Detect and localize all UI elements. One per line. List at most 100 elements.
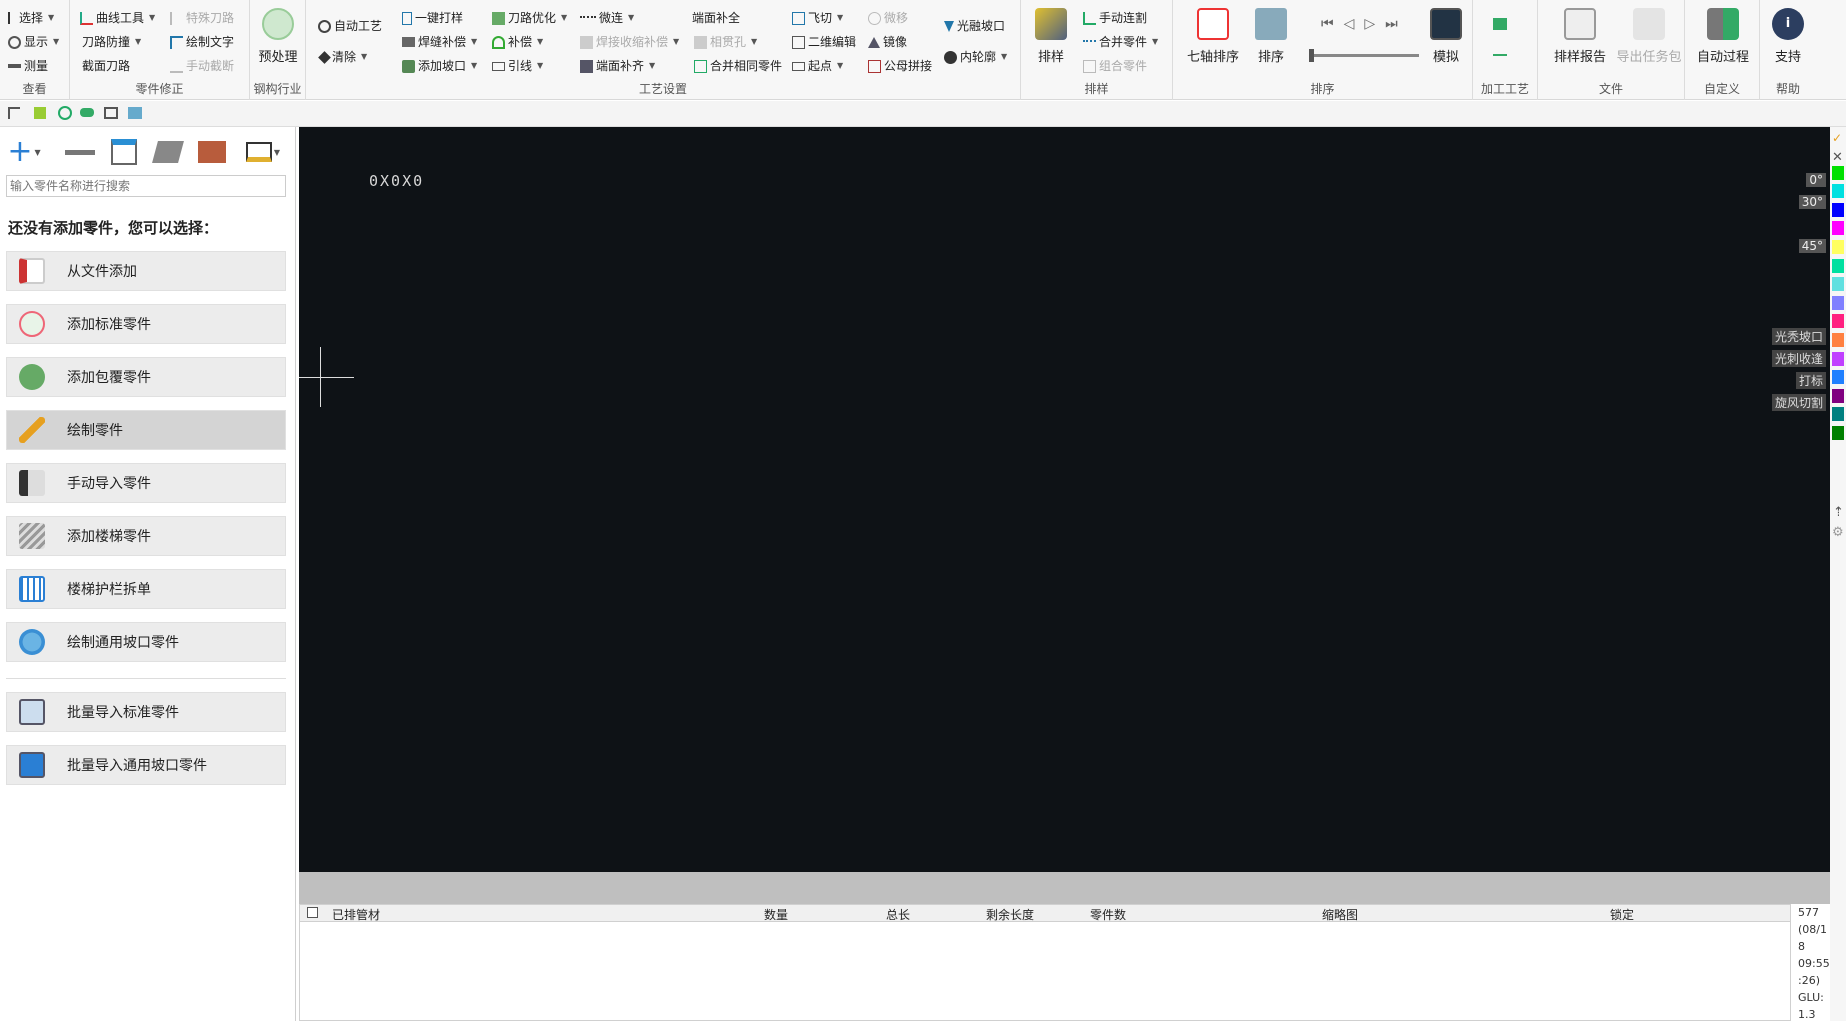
gear-icon[interactable]: ⚙ <box>1832 525 1844 540</box>
weld-shrink-button[interactable]: 焊接收缩补偿 ▼ <box>580 32 679 52</box>
craft-icon-bottom[interactable] <box>1493 50 1507 56</box>
auto-process-big-button[interactable]: 自动过程 <box>1691 8 1755 65</box>
add-wrap-part-button[interactable]: 添加包覆零件 <box>6 357 286 397</box>
layer-color-swatch[interactable] <box>1832 240 1844 254</box>
col-remaining-length[interactable]: 剩余长度 <box>986 906 1034 923</box>
report-button[interactable]: 排样报告 <box>1548 8 1612 65</box>
col-quantity[interactable]: 数量 <box>764 906 788 923</box>
col-thumbnail[interactable]: 缩略图 <box>1322 906 1358 923</box>
layer-tag-cyclone[interactable]: 旋风切割 <box>1771 394 1826 411</box>
manual-import-part-button[interactable]: 手动导入零件 <box>6 463 286 503</box>
weld-comp-button[interactable]: 焊缝补偿 ▼ <box>402 32 477 52</box>
select-button[interactable]: 选择 ▼ <box>8 8 54 28</box>
display-button[interactable]: 显示 ▼ <box>8 32 59 52</box>
qat-pen-icon[interactable] <box>34 107 46 119</box>
fly-cut-button[interactable]: 飞切 ▼ <box>792 8 843 28</box>
edit-2d-button[interactable]: 二维编辑 <box>792 32 856 52</box>
layer-color-swatch[interactable] <box>1832 333 1844 347</box>
stair-rail-split-button[interactable]: 楼梯护栏拆单 <box>6 569 286 609</box>
craft-icon-top[interactable] <box>1493 18 1507 30</box>
angle-label-45[interactable]: 45° <box>1798 239 1826 253</box>
angle-label-0[interactable]: 0° <box>1806 173 1826 187</box>
add-from-file-button[interactable]: 从文件添加 <box>6 251 286 291</box>
layer-color-swatch[interactable] <box>1832 351 1844 366</box>
add-tool-button[interactable]: + ▼ <box>4 135 44 169</box>
smooth-bevel-button[interactable]: 光融坡口 <box>944 16 1005 36</box>
qat-import-icon[interactable] <box>128 107 142 119</box>
last-icon[interactable]: ⏭ <box>1385 14 1398 34</box>
compensate-button[interactable]: 补偿 ▼ <box>492 32 543 52</box>
layer-tag-bevel[interactable]: 光秃坡口 <box>1771 328 1826 345</box>
layer-tag-mark[interactable]: 打标 <box>1795 372 1826 389</box>
layer-color-swatch[interactable] <box>1832 184 1844 199</box>
merge-parts-button[interactable]: 合并零件 ▼ <box>1083 32 1158 52</box>
manual-cut-button[interactable]: 手动连割 <box>1083 8 1147 28</box>
clear-button[interactable]: 清除 ▼ <box>318 47 367 67</box>
slider-thumb[interactable] <box>1309 49 1314 62</box>
col-nested-tubes[interactable]: 已排管材 <box>332 906 380 923</box>
inner-contour-button[interactable]: 内轮廓 ▼ <box>944 47 1007 67</box>
micro-connect-button[interactable]: 微连 ▼ <box>580 8 634 28</box>
simulate-button[interactable]: 模拟 <box>1423 8 1469 65</box>
mirror-button[interactable]: 镜像 <box>868 32 907 52</box>
one-key-mark-button[interactable]: 一键打样 <box>402 8 463 28</box>
play-icon[interactable]: ▷ <box>1364 14 1375 34</box>
layer-color-swatch[interactable] <box>1832 165 1844 180</box>
simulation-slider[interactable] <box>1309 49 1419 62</box>
part-3d-button[interactable] <box>148 135 188 169</box>
curve-tools-button[interactable]: 曲线工具 ▼ <box>80 8 155 28</box>
qat-circle-icon[interactable] <box>58 106 72 120</box>
add-block-button[interactable] <box>192 135 232 169</box>
layer-color-swatch[interactable] <box>1832 277 1844 292</box>
measure-button[interactable]: 测量 <box>8 56 48 76</box>
edit-list-button[interactable]: ▼ <box>238 135 288 169</box>
end-align-button[interactable]: 端面补齐 ▼ <box>580 56 655 76</box>
start-point-button[interactable]: 起点 ▼ <box>792 56 843 76</box>
part-search-input[interactable] <box>6 175 286 197</box>
special-path-button[interactable]: 特殊刀路 <box>170 8 234 28</box>
add-standard-part-button[interactable]: 添加标准零件 <box>6 304 286 344</box>
check-icon[interactable]: ✓ <box>1832 131 1842 145</box>
add-stair-part-button[interactable]: 添加楼梯零件 <box>6 516 286 556</box>
first-icon[interactable]: ⏮ <box>1321 14 1334 34</box>
layer-color-swatch[interactable] <box>1832 295 1844 310</box>
prev-icon[interactable]: ◁ <box>1344 14 1355 34</box>
qat-window-icon[interactable] <box>104 107 118 119</box>
layer-color-swatch[interactable] <box>1832 370 1844 385</box>
auto-process-button[interactable]: 自动工艺 <box>318 16 382 36</box>
group-parts-button[interactable]: 组合零件 <box>1083 56 1147 76</box>
sort-button[interactable]: 排序 <box>1243 8 1299 65</box>
micro-move-button[interactable]: 微移 <box>868 8 908 28</box>
layer-color-swatch[interactable] <box>1832 407 1844 422</box>
qat-pipe-icon[interactable] <box>80 108 94 117</box>
add-bevel-button[interactable]: 添加坡口 ▼ <box>402 56 477 76</box>
qat-text-icon[interactable] <box>8 107 20 119</box>
male-female-button[interactable]: 公母拼接 <box>868 56 932 76</box>
manual-break-button[interactable]: 手动截断 <box>170 56 234 76</box>
preprocess-button[interactable]: 预处理 <box>250 8 306 65</box>
drawing-canvas[interactable]: 0X0X0 0° 30° 45° 光秃坡口 光刺收逢 打标 旋风切割 <box>299 127 1830 872</box>
select-all-checkbox[interactable] <box>307 907 318 918</box>
draw-part-button[interactable]: 绘制零件 <box>6 410 286 450</box>
draw-text-button[interactable]: 绘制文字 <box>170 32 234 52</box>
remove-tool-button[interactable] <box>60 135 100 169</box>
section-path-button[interactable]: 截面刀路 <box>82 56 130 76</box>
layer-color-swatch[interactable] <box>1832 426 1844 440</box>
col-lock[interactable]: 锁定 <box>1610 906 1634 923</box>
nest-button[interactable]: 排样 <box>1023 8 1079 65</box>
close-icon[interactable]: ✕ <box>1832 150 1843 165</box>
lead-button[interactable]: 引线 ▼ <box>492 56 543 76</box>
intersect-hole-button[interactable]: 相贯孔 ▼ <box>694 32 757 52</box>
export-list-button[interactable] <box>104 135 144 169</box>
draw-bevel-part-button[interactable]: 绘制通用坡口零件 <box>6 622 286 662</box>
layer-color-swatch[interactable] <box>1832 258 1844 273</box>
angle-label-30[interactable]: 30° <box>1798 195 1826 209</box>
seven-axis-button[interactable]: 七轴排序 <box>1181 8 1245 65</box>
col-part-count[interactable]: 零件数 <box>1090 906 1126 923</box>
export-task-button[interactable]: 导出任务包 <box>1614 8 1684 65</box>
layer-tag-slit[interactable]: 光刺收逢 <box>1771 350 1826 367</box>
layer-color-swatch[interactable] <box>1832 314 1844 329</box>
batch-import-bevel-button[interactable]: 批量导入通用坡口零件 <box>6 745 286 785</box>
layer-color-swatch[interactable] <box>1832 202 1844 217</box>
pin-icon[interactable]: ⇡ <box>1833 505 1844 520</box>
